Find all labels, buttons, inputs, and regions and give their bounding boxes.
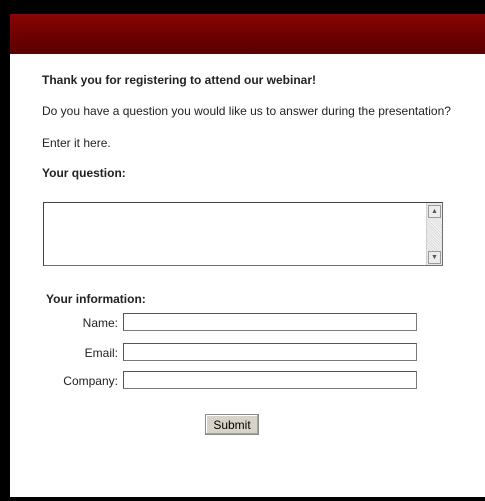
scroll-down-icon[interactable]: ▼	[428, 251, 441, 264]
question-textarea[interactable]: ▲ ▼	[43, 202, 443, 266]
thank-you-heading: Thank you for registering to attend our …	[42, 73, 317, 87]
question-prompt-text: Do you have a question you would like us…	[42, 104, 451, 118]
window-frame: Thank you for registering to attend our …	[0, 0, 485, 501]
company-input[interactable]	[123, 371, 417, 389]
email-input[interactable]	[123, 343, 417, 361]
email-label: Email:	[84, 346, 118, 360]
your-question-heading: Your question:	[42, 166, 126, 180]
header-bar	[10, 14, 485, 54]
scroll-up-icon[interactable]: ▲	[428, 205, 441, 218]
company-label: Company:	[63, 374, 118, 388]
submit-button[interactable]: Submit	[205, 414, 259, 435]
textarea-scrollbar[interactable]: ▲ ▼	[426, 203, 442, 265]
name-input[interactable]	[123, 313, 417, 331]
enter-here-text: Enter it here.	[42, 136, 111, 150]
registration-panel: Thank you for registering to attend our …	[10, 54, 485, 497]
name-label: Name:	[82, 316, 118, 330]
your-information-heading: Your information:	[46, 292, 146, 306]
